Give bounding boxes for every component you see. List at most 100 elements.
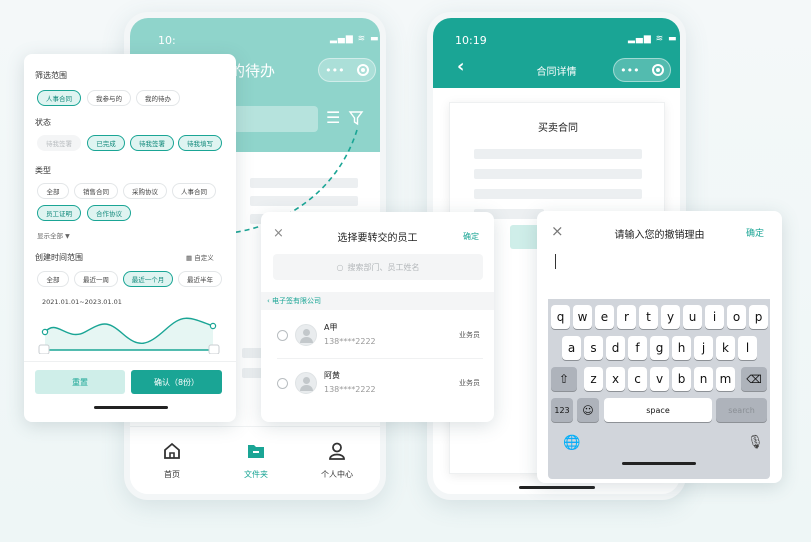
key[interactable]: q (551, 305, 570, 329)
scope-option[interactable]: 我参与的 (87, 90, 131, 106)
key[interactable]: o (727, 305, 746, 329)
avatar (295, 324, 317, 346)
key[interactable]: k (716, 336, 735, 360)
confirm-filter-button[interactable]: 确认（8份） (131, 370, 222, 394)
key[interactable]: a (562, 336, 581, 360)
key[interactable]: n (694, 367, 713, 391)
status-option[interactable]: 待我签署 (130, 135, 174, 151)
type-option[interactable]: 合作协议 (87, 205, 131, 221)
key[interactable]: h (672, 336, 691, 360)
home-indicator (622, 462, 696, 465)
key[interactable]: y (661, 305, 680, 329)
key[interactable]: r (617, 305, 636, 329)
mic-icon[interactable]: 🎙 (747, 435, 764, 450)
key[interactable]: p (749, 305, 768, 329)
employee-phone: 138****2222 (324, 385, 376, 394)
key[interactable]: x (606, 367, 625, 391)
phone2-status-time: 10:19 (455, 34, 487, 47)
backspace-icon[interactable]: ⌫ (741, 367, 767, 391)
nav-folder-label: 文件夹 (244, 470, 268, 479)
show-all-label: 显示全部 (37, 232, 63, 240)
home-indicator (94, 406, 168, 409)
reason-input[interactable] (548, 251, 770, 291)
time-option[interactable]: 最近一周 (74, 271, 118, 287)
cancel-reason-dialog: × 请输入您的撤销理由 确定 q w e r t y u i o p a s d… (537, 211, 782, 483)
key[interactable]: l (738, 336, 757, 360)
company-row[interactable]: ‹ 电子签有限公司 (261, 292, 494, 310)
person-icon (329, 442, 345, 460)
time-title: 创建时间范围 (35, 253, 83, 262)
type-option[interactable]: 销售合同 (74, 183, 118, 199)
nav-folder[interactable]: 文件夹 (233, 441, 279, 480)
key[interactable]: u (683, 305, 702, 329)
employee-radio[interactable] (277, 378, 288, 389)
key[interactable]: d (606, 336, 625, 360)
time-option[interactable]: 最近半年 (178, 271, 222, 287)
key[interactable]: z (584, 367, 603, 391)
row-divider (277, 358, 483, 359)
scope-option[interactable]: 人事合同 (37, 90, 81, 106)
search-key[interactable]: search (716, 398, 767, 422)
status-option[interactable]: 已完成 (87, 135, 125, 151)
home-indicator (519, 486, 595, 489)
employee-search-input[interactable]: ○ 搜索部门、员工姓名 (273, 254, 483, 280)
nav-profile[interactable]: 个人中心 (312, 441, 362, 480)
type-option[interactable]: 采购协议 (123, 183, 167, 199)
phone1-capsule[interactable]: ••• (318, 58, 376, 82)
scope-option[interactable]: 我的待办 (136, 90, 180, 106)
search-placeholder: 搜索部门、员工姓名 (347, 262, 420, 272)
date-range-text: 2021.01.01~2023.01.01 (42, 298, 122, 306)
type-title: 类型 (35, 166, 51, 175)
transfer-employee-dialog: × 选择要转交的员工 确定 ○ 搜索部门、员工姓名 ‹ 电子签有限公司 A甲 1… (261, 212, 494, 422)
key[interactable]: g (650, 336, 669, 360)
custom-range-button[interactable]: ▦ 自定义 (186, 252, 214, 262)
type-option[interactable]: 员工证明 (37, 205, 81, 221)
text-cursor (555, 254, 556, 269)
skeleton-bar (474, 189, 642, 199)
employee-name: A甲 (324, 323, 338, 332)
status-option[interactable]: 待我填写 (178, 135, 222, 151)
skeleton-bar (474, 149, 642, 159)
employee-radio[interactable] (277, 330, 288, 341)
key[interactable]: s (584, 336, 603, 360)
key[interactable]: e (595, 305, 614, 329)
target-icon (356, 64, 369, 76)
numbers-key[interactable]: 123 (551, 398, 573, 422)
status-option: 待我签署 (37, 135, 81, 151)
key[interactable]: m (716, 367, 735, 391)
dialog-confirm-button[interactable]: 确定 (463, 231, 479, 242)
space-key[interactable]: space (604, 398, 712, 422)
employee-name: 阿黄 (324, 371, 340, 380)
employee-row[interactable]: A甲 138****2222 业务员 (261, 316, 494, 356)
employee-row[interactable]: 阿黄 138****2222 业务员 (261, 364, 494, 404)
folder-icon (248, 445, 264, 458)
scope-title: 筛选范围 (35, 71, 67, 80)
type-option[interactable]: 人事合同 (172, 183, 216, 199)
reset-button[interactable]: 重置 (35, 370, 125, 394)
key[interactable]: t (639, 305, 658, 329)
home-icon (164, 442, 180, 459)
skeleton-bar (250, 196, 358, 206)
time-option[interactable]: 最近一个月 (123, 271, 173, 287)
key[interactable]: j (694, 336, 713, 360)
key[interactable]: c (628, 367, 647, 391)
time-option[interactable]: 全部 (37, 271, 69, 287)
key[interactable]: f (628, 336, 647, 360)
key[interactable]: v (650, 367, 669, 391)
shift-icon[interactable]: ⇧ (551, 367, 577, 391)
key[interactable]: w (573, 305, 592, 329)
filter-icon[interactable] (348, 110, 364, 126)
date-range-slider[interactable] (37, 312, 223, 354)
nav-home[interactable]: 首页 (152, 441, 192, 480)
key[interactable]: b (672, 367, 691, 391)
type-option[interactable]: 全部 (37, 183, 69, 199)
phone1-title-fragment: 的待办 (230, 62, 276, 80)
phone2-status-icons: ▂▄▆ ≋ ▬ (628, 34, 678, 44)
key[interactable]: i (705, 305, 724, 329)
show-all-toggle[interactable]: 显示全部 ▼ (37, 230, 70, 240)
emoji-icon[interactable]: ☺ (577, 398, 599, 422)
globe-icon[interactable]: 🌐 (563, 435, 580, 451)
phone2-capsule[interactable]: ••• (613, 58, 671, 82)
sort-icon[interactable]: ☰ (326, 108, 340, 127)
dialog-confirm-button[interactable]: 确定 (746, 226, 764, 239)
